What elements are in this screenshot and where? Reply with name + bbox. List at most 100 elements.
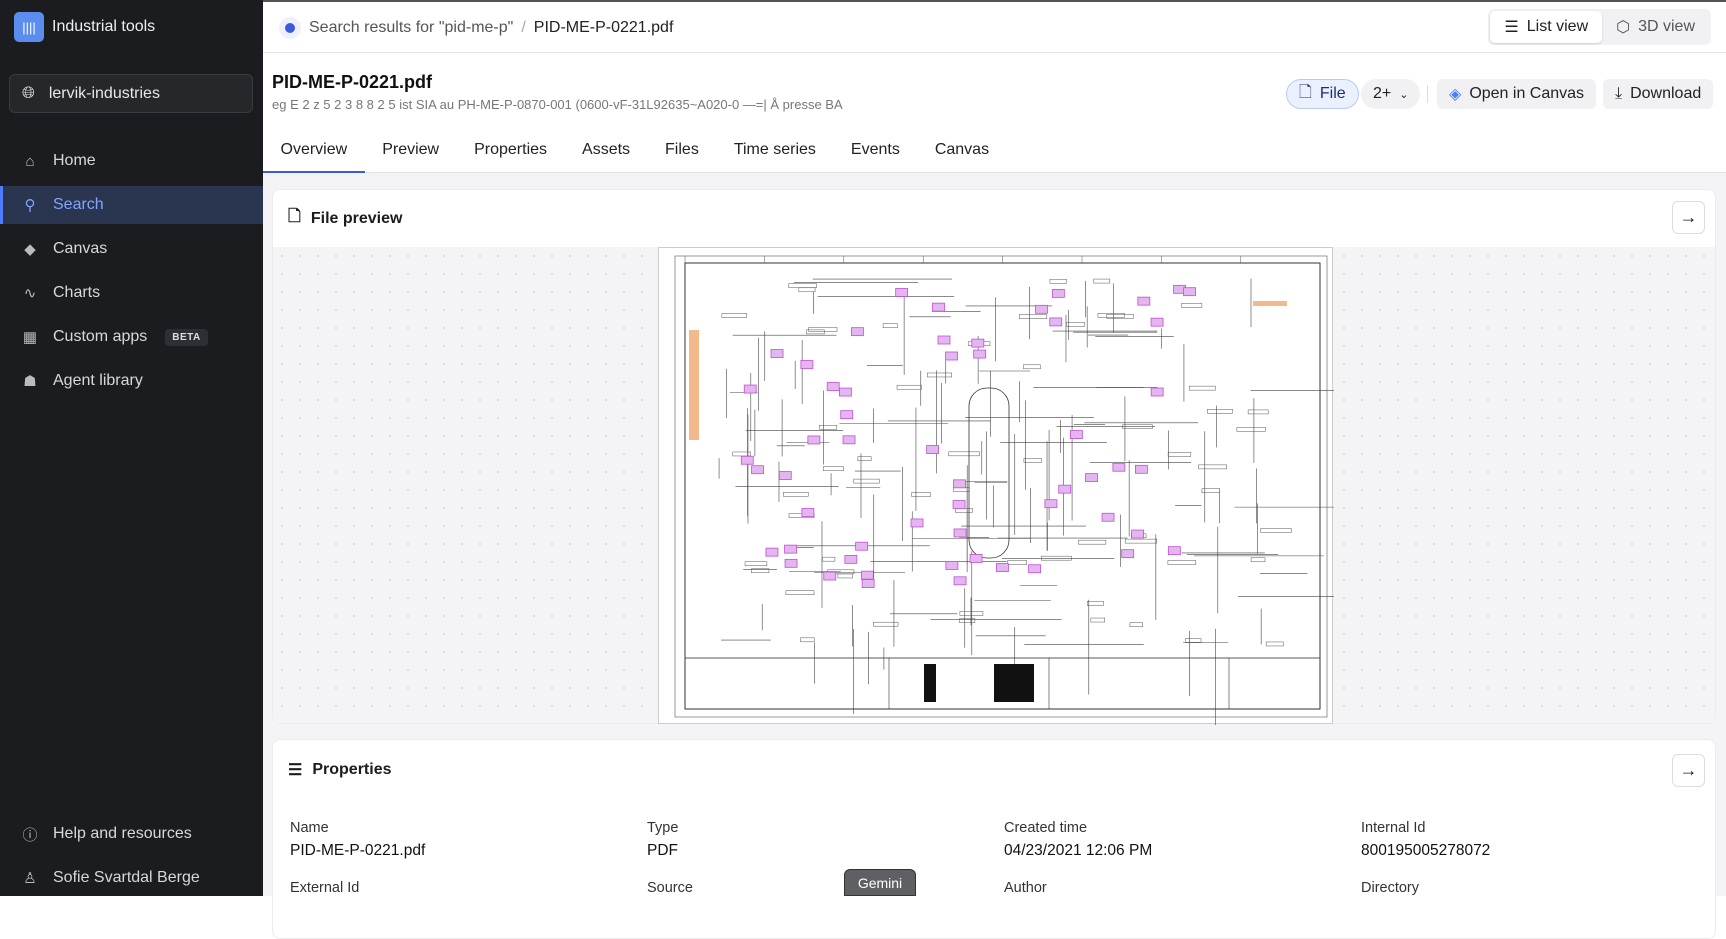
drawing-mark — [1167, 560, 1197, 565]
label: File — [1319, 85, 1346, 102]
drawing-mark — [842, 435, 856, 445]
search-icon: ⚲ — [24, 197, 36, 214]
top-bar: Search results for "pid-me-p" / PID-ME-P… — [263, 0, 1726, 53]
property-directory: Directory — [1361, 880, 1419, 896]
drawing-mark — [896, 384, 922, 390]
drawing-mark — [1049, 317, 1063, 327]
drawing-mark — [932, 302, 945, 312]
drawing-mark — [1044, 499, 1058, 509]
help-resources[interactable]: ⓘ Help and resources — [0, 815, 263, 853]
label: Source — [647, 880, 693, 896]
drawing-mark — [822, 466, 844, 471]
breadcrumb-parent[interactable]: Search results for "pid-me-p" — [309, 19, 513, 37]
drawing-mark — [948, 451, 980, 457]
drawing-mark — [807, 435, 821, 445]
file-icon: 🗋︎ — [1299, 83, 1312, 101]
tab-files[interactable]: Files — [648, 134, 717, 173]
card-title: Properties — [312, 761, 392, 778]
drawing-mark — [1198, 464, 1227, 470]
drawing-mark — [1069, 430, 1083, 439]
property-author: Author — [1004, 880, 1047, 896]
drawing-mark — [1049, 279, 1067, 284]
pid-drawing — [674, 255, 1351, 734]
property-source: Source — [647, 880, 693, 896]
list-icon: ☰ — [288, 762, 303, 779]
drawing-mark — [1023, 458, 1042, 463]
drawing-mark — [784, 544, 797, 554]
drawing-mark — [953, 576, 967, 586]
download-button[interactable]: ⤓ Download — [1603, 79, 1714, 109]
drawing-mark — [1150, 387, 1164, 397]
sidebar: |||| Industrial tools 🌐︎ lervik-industrie… — [0, 0, 263, 896]
label: Download — [1630, 85, 1702, 102]
drawing-mark — [1183, 287, 1196, 297]
tab-bar: Overview Preview Properties Assets Files… — [263, 134, 1726, 173]
drawing-mark — [1051, 289, 1065, 298]
tab-events[interactable]: Events — [833, 134, 917, 173]
drawing-mark — [808, 327, 838, 332]
drawing-mark — [1093, 278, 1111, 284]
label: 3D view — [1638, 18, 1695, 35]
drawing-mark — [1101, 512, 1115, 522]
drawing-mark — [721, 313, 747, 318]
open-properties-button[interactable]: → — [1672, 754, 1705, 787]
property-name: Name PID-ME-P-0221.pdf — [290, 820, 425, 860]
drawing-mark — [953, 528, 967, 538]
preview-canvas[interactable] — [273, 247, 1715, 734]
sidebar-item-charts[interactable]: ∿ Charts — [0, 274, 263, 312]
tab-assets[interactable]: Assets — [565, 134, 648, 173]
drawing-mark — [850, 327, 864, 337]
drawing-mark — [1250, 557, 1266, 563]
drawing-mark — [855, 541, 869, 551]
drawing-mark — [1058, 484, 1072, 494]
drawing-mark — [743, 384, 757, 394]
org-selector[interactable]: 🌐︎ lervik-industries — [9, 74, 253, 113]
card-title: File preview — [310, 209, 403, 227]
apps-icon: ▦ — [22, 329, 38, 346]
tab-time-series[interactable]: Time series — [716, 134, 833, 173]
value: PDF — [647, 842, 678, 859]
list-view-button[interactable]: ☰ List view — [1490, 11, 1603, 43]
file-type-chip[interactable]: 🗋︎ File — [1286, 79, 1359, 109]
tab-properties[interactable]: Properties — [457, 134, 565, 173]
drawing-mark — [784, 558, 798, 568]
tab-preview[interactable]: Preview — [365, 134, 457, 173]
open-preview-button[interactable]: → — [1672, 201, 1705, 234]
org-name: lervik-industries — [48, 84, 160, 102]
user-profile[interactable]: ♙ Sofie Svartdal Berge — [0, 859, 263, 897]
search-indicator-icon — [279, 17, 301, 39]
drawing-mark — [860, 570, 874, 580]
more-types-dropdown[interactable]: 2+ ⌄ — [1361, 79, 1421, 109]
drawing-mark — [1085, 473, 1098, 482]
label: List view — [1526, 18, 1589, 35]
robot-icon: ☗ — [23, 373, 37, 390]
label: 2+ — [1373, 85, 1392, 102]
app-logo-icon: |||| — [14, 12, 44, 42]
drawing-mark — [751, 465, 764, 475]
drawing-mark — [689, 330, 699, 440]
drawing-mark — [1253, 301, 1287, 306]
drawing-mark — [882, 323, 898, 328]
drawing-mark — [945, 351, 958, 361]
sidebar-item-home[interactable]: ⌂ Home — [0, 142, 263, 180]
open-in-canvas-button[interactable]: ◈ Open in Canvas — [1437, 79, 1597, 109]
drawing-mark — [1112, 462, 1126, 472]
sidebar-item-agent-library[interactable]: ☗ Agent library — [0, 362, 263, 400]
gemini-tooltip[interactable]: Gemini — [844, 869, 916, 896]
sidebar-item-custom-apps[interactable]: ▦ Custom apps BETA — [0, 318, 263, 356]
file-icon: 🗋︎ — [288, 208, 301, 225]
label: Author — [1004, 880, 1047, 896]
3d-view-button[interactable]: ⬡ 3D view — [1602, 11, 1709, 43]
drawing-mark — [1135, 464, 1148, 474]
view-toggle: ☰ List view ⬡ 3D view — [1488, 9, 1711, 45]
drawing-mark — [840, 410, 854, 420]
drawing-mark — [873, 621, 899, 627]
sidebar-item-search[interactable]: ⚲ Search — [0, 186, 263, 224]
tab-canvas[interactable]: Canvas — [917, 134, 1006, 173]
tab-overview[interactable]: Overview — [263, 134, 365, 173]
value: PID-ME-P-0221.pdf — [290, 842, 426, 859]
drawing-mark — [926, 445, 939, 454]
chevron-down-icon: ⌄ — [1399, 88, 1409, 101]
drawing-mark — [1188, 385, 1216, 391]
sidebar-item-canvas[interactable]: ◆ Canvas — [0, 230, 263, 268]
